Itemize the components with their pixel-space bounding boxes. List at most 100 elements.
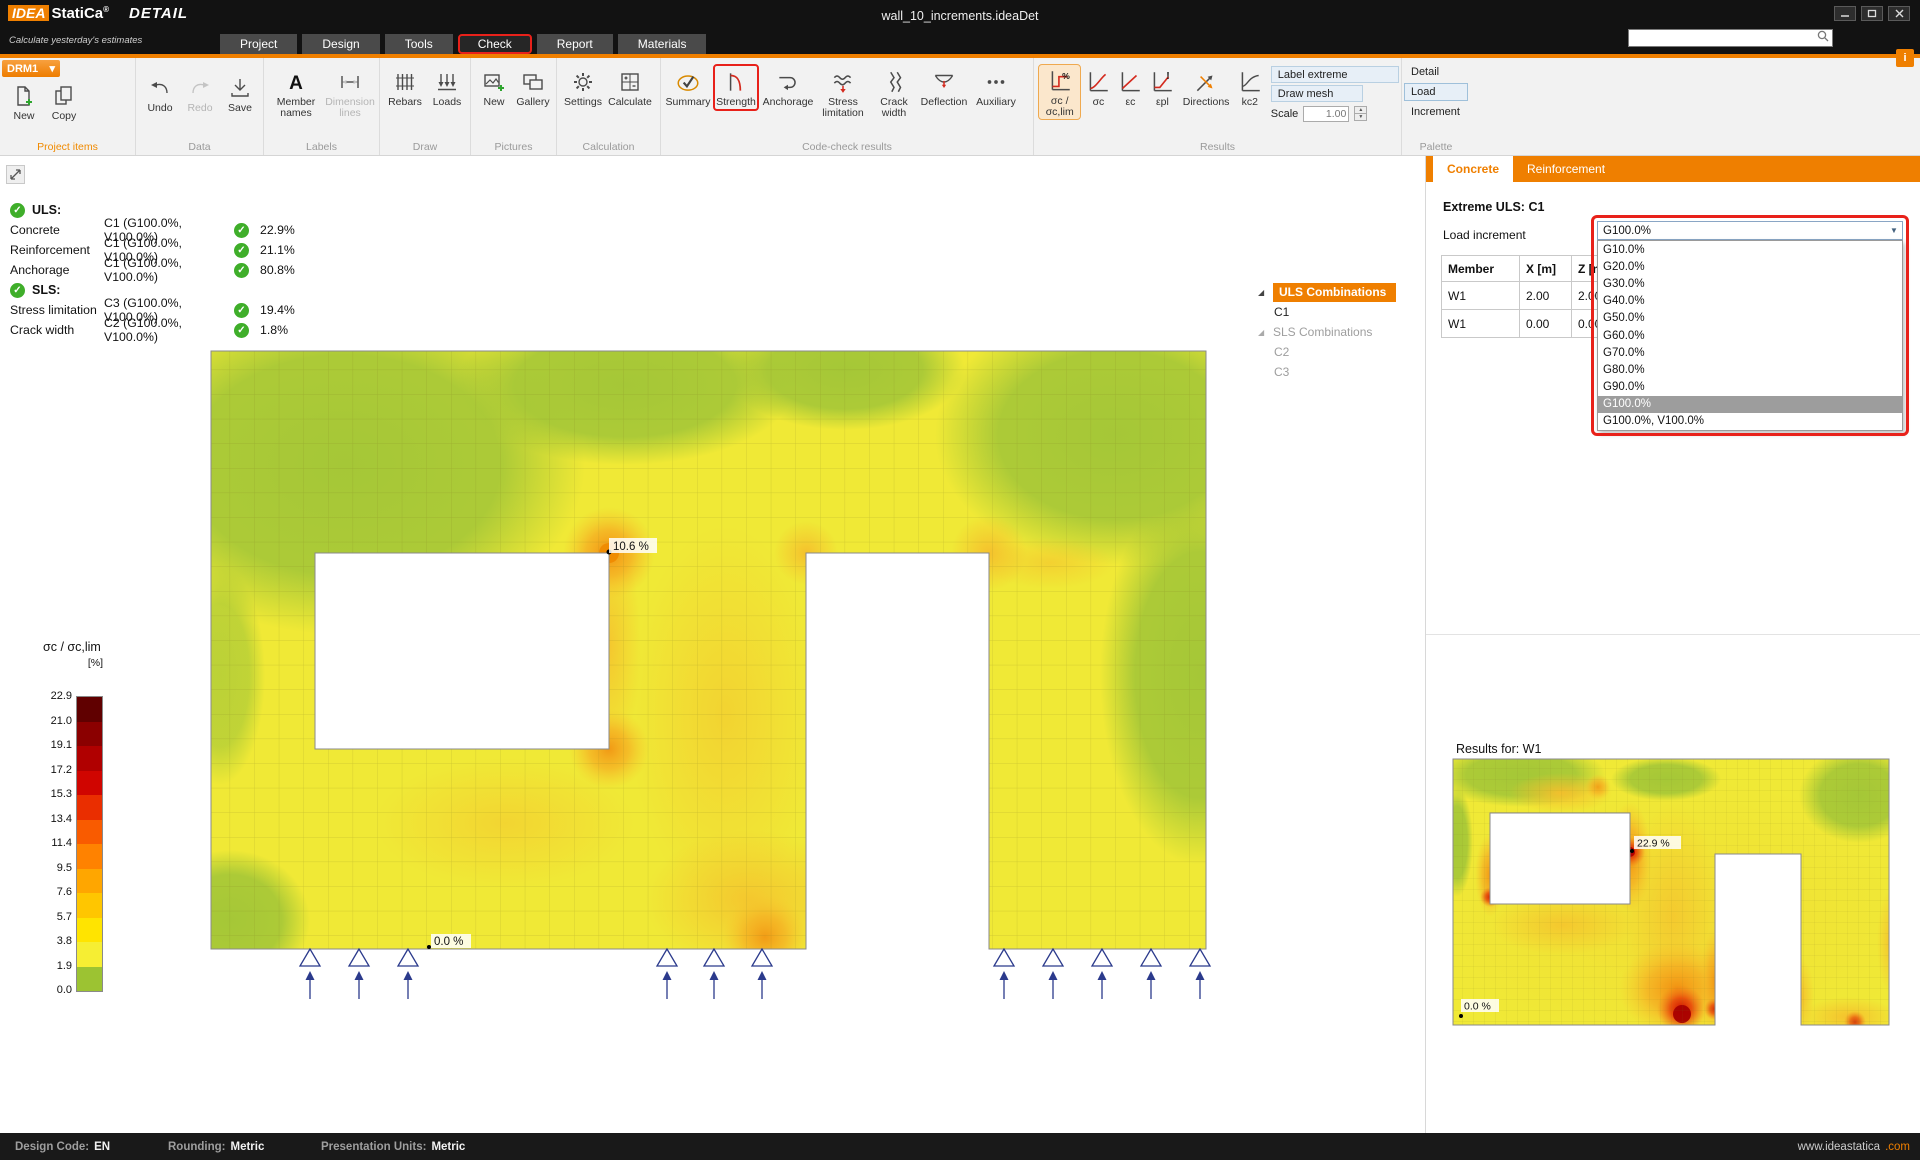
tree-item-c3[interactable]: C3: [1258, 362, 1426, 382]
crack-width-icon: [881, 67, 907, 97]
tab-project[interactable]: Project: [220, 34, 297, 54]
palette-detail-button[interactable]: Detail: [1404, 63, 1468, 81]
ribbon-group-code-check-results: Summary Strength Anchorage Stress limita…: [661, 58, 1034, 155]
tab-concrete[interactable]: Concrete: [1433, 156, 1513, 182]
search-icon[interactable]: [1816, 29, 1832, 48]
spinner-down[interactable]: ▼: [1354, 113, 1367, 121]
tab-check[interactable]: Check: [458, 34, 532, 54]
collapse-panel-button[interactable]: [6, 165, 25, 184]
tree-item-c2[interactable]: C2: [1258, 342, 1426, 362]
settings-button[interactable]: Settings: [561, 64, 605, 111]
min-value-label: 0.0 %: [434, 936, 463, 948]
dimension-lines-button[interactable]: Dimension lines: [324, 64, 376, 122]
copy-icon: [52, 81, 76, 111]
dropdown-option[interactable]: G10.0%: [1598, 241, 1902, 258]
dropdown-option[interactable]: G90.0%: [1598, 379, 1902, 396]
stress-limitation-icon: [830, 67, 856, 97]
check-ok-icon: [234, 243, 249, 258]
crack-width-button[interactable]: Crack width: [871, 64, 917, 122]
directions-button[interactable]: Directions: [1179, 64, 1232, 111]
sigma-c-icon: [1085, 67, 1111, 97]
sigma-c-button[interactable]: σc: [1083, 64, 1113, 111]
undo-button[interactable]: Undo: [140, 70, 180, 117]
minimize-button[interactable]: [1834, 6, 1856, 21]
chevron-down-icon: ▾: [49, 62, 55, 75]
redo-icon: [188, 73, 212, 103]
eps-c-button[interactable]: εc: [1115, 64, 1145, 111]
calculate-button[interactable]: Calculate: [605, 64, 655, 111]
gear-icon: [571, 67, 595, 97]
dropdown-option[interactable]: G80.0%: [1598, 361, 1902, 378]
expander-icon[interactable]: ◢: [1258, 328, 1273, 337]
table-row[interactable]: W1 2.00 2.00: [1442, 282, 1622, 310]
website-link[interactable]: www.ideastatica.com: [1798, 1133, 1910, 1160]
ribbon-group-results: % σc / σc,lim σc εc ! εpl Direction: [1034, 58, 1402, 155]
legend-title: σc / σc,lim: [43, 640, 123, 654]
tab-design[interactable]: Design: [302, 34, 379, 54]
info-button[interactable]: i: [1896, 49, 1914, 67]
dropdown-option[interactable]: G20.0%: [1598, 258, 1902, 275]
panel-divider: [1426, 634, 1920, 635]
rebars-button[interactable]: Rebars: [384, 64, 426, 111]
drm-selector[interactable]: DRM1▾: [2, 60, 60, 77]
rebars-icon: [393, 67, 417, 97]
palette-increment-button[interactable]: Increment: [1404, 103, 1468, 121]
mini-min-label: 0.0 %: [1464, 1001, 1491, 1013]
deflection-icon: [931, 67, 957, 97]
dropdown-option[interactable]: G100.0%, V100.0%: [1598, 413, 1902, 430]
maximize-button[interactable]: [1861, 6, 1883, 21]
new-project-item-button[interactable]: New: [4, 78, 44, 125]
close-button[interactable]: [1888, 6, 1910, 21]
eps-pl-button[interactable]: ! εpl: [1147, 64, 1177, 111]
ribbon-group-calculation: Settings Calculate Calculation: [557, 58, 661, 155]
dropdown-option-selected[interactable]: G100.0%: [1598, 396, 1902, 413]
scale-input[interactable]: [1303, 106, 1349, 122]
tree-item-sls-combinations[interactable]: ◢ SLS Combinations: [1258, 322, 1426, 342]
tab-tools[interactable]: Tools: [385, 34, 453, 54]
copy-button[interactable]: Copy: [44, 78, 84, 125]
stress-limitation-button[interactable]: Stress limitation: [817, 64, 869, 122]
extreme-uls-label: Extreme ULS: C1: [1443, 200, 1544, 214]
palette-load-button[interactable]: Load: [1404, 83, 1468, 101]
redo-button[interactable]: Redo: [180, 70, 220, 117]
search-input[interactable]: [1629, 32, 1816, 44]
load-increment-combobox[interactable]: G100.0% ▼: [1597, 221, 1903, 240]
new-picture-button[interactable]: New: [475, 64, 513, 111]
member-names-button[interactable]: A Member names: [268, 64, 324, 122]
draw-mesh-toggle[interactable]: Draw mesh: [1271, 85, 1363, 102]
strength-button[interactable]: Strength: [713, 64, 759, 111]
kc2-button[interactable]: kc2: [1235, 64, 1265, 111]
load-increment-label: Load increment: [1443, 228, 1526, 242]
anchorage-button[interactable]: Anchorage: [761, 64, 815, 111]
dropdown-option[interactable]: G70.0%: [1598, 344, 1902, 361]
main-canvas: ULS: Concrete C1 (G100.0%, V100.0%) 22.9…: [0, 156, 1426, 1133]
expander-icon[interactable]: ◢: [1258, 288, 1273, 297]
undo-icon: [148, 73, 172, 103]
tab-report[interactable]: Report: [537, 34, 613, 54]
status-bar: Design Code: EN Rounding: Metric Present…: [0, 1133, 1920, 1160]
deflection-button[interactable]: Deflection: [919, 64, 969, 111]
tree-item-c1[interactable]: C1: [1258, 302, 1426, 322]
ribbon-group-draw: Rebars Loads Draw: [380, 58, 471, 155]
units-status: Presentation Units: Metric: [321, 1133, 465, 1160]
tree-item-uls-combinations[interactable]: ◢ ULS Combinations: [1258, 282, 1426, 302]
scale-label: Scale: [1271, 108, 1299, 120]
dropdown-option[interactable]: G60.0%: [1598, 327, 1902, 344]
tab-reinforcement[interactable]: Reinforcement: [1513, 156, 1619, 182]
eps-pl-icon: !: [1149, 67, 1175, 97]
summary-button[interactable]: Summary: [665, 64, 711, 111]
loads-icon: [435, 67, 459, 97]
dropdown-option[interactable]: G40.0%: [1598, 293, 1902, 310]
idea-logo: IDEA: [8, 5, 49, 21]
results-options: Label extreme Draw mesh Scale ▲▼: [1271, 66, 1399, 122]
label-extreme-toggle[interactable]: Label extreme: [1271, 66, 1399, 83]
auxiliary-button[interactable]: Auxiliary: [971, 64, 1021, 111]
dropdown-option[interactable]: G50.0%: [1598, 310, 1902, 327]
save-button[interactable]: Save: [220, 70, 260, 117]
gallery-button[interactable]: Gallery: [513, 64, 553, 111]
loads-button[interactable]: Loads: [426, 64, 468, 111]
dropdown-option[interactable]: G30.0%: [1598, 275, 1902, 292]
tab-materials[interactable]: Materials: [618, 34, 707, 54]
sigma-ratio-button[interactable]: % σc / σc,lim: [1038, 64, 1081, 120]
table-row[interactable]: W1 0.00 0.00: [1442, 310, 1622, 338]
